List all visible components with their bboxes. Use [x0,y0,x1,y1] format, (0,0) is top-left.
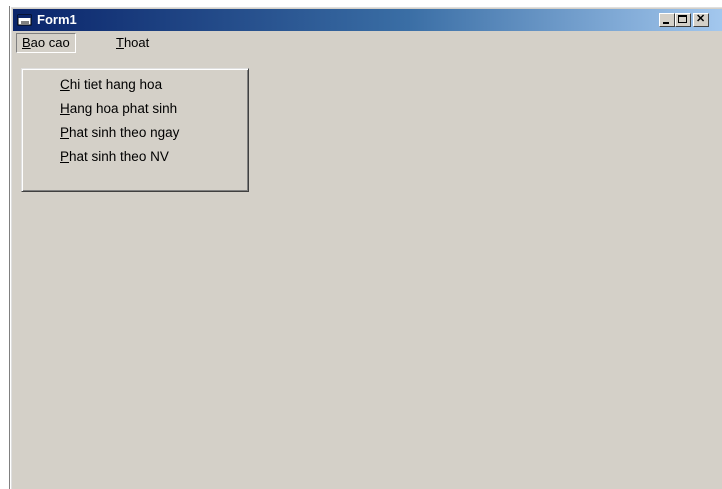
menu-thoat[interactable]: Thoat [111,34,154,52]
menu-item-phat-sinh-theo-nv[interactable]: Phat sinh theo NV [60,147,169,167]
title-bar[interactable]: Form1 [13,9,722,31]
minimize-button[interactable] [659,13,675,27]
menu-item-label: hi tiet hang hoa [69,77,163,92]
menu-bao-cao-accel: B [22,35,31,50]
close-button[interactable] [693,12,709,27]
menu-thoat-label: hoat [123,35,150,50]
menu-item-hang-hoa-phat-sinh[interactable]: Hang hoa phat sinh [60,99,177,119]
maximize-button[interactable] [675,13,691,27]
menu-bao-cao-label: ao cao [30,35,70,50]
bao-cao-dropdown: Chi tiet hang hoa Hang hoa phat sinh Pha… [21,68,249,192]
menu-thoat-accel: T [116,35,124,50]
menu-item-accel: P [60,149,70,164]
menu-item-chi-tiet-hang-hoa[interactable]: Chi tiet hang hoa [60,75,162,95]
menu-bar: Bao cao Thoat [13,33,722,53]
form-window-icon[interactable] [17,12,33,28]
form-window: Form1 Bao cao Thoat Chi tiet hang hoa Ha… [10,6,722,489]
menu-item-label: hat sinh theo ngay [69,125,180,140]
menu-item-label: ang hoa phat sinh [69,101,178,116]
menu-item-accel: P [60,125,70,140]
menu-item-phat-sinh-theo-ngay[interactable]: Phat sinh theo ngay [60,123,179,143]
menu-bao-cao[interactable]: Bao cao [16,33,76,53]
menu-item-accel: C [60,77,70,92]
menu-item-label: hat sinh theo NV [69,149,169,164]
menu-item-accel: H [60,101,70,116]
window-title: Form1 [37,12,77,27]
